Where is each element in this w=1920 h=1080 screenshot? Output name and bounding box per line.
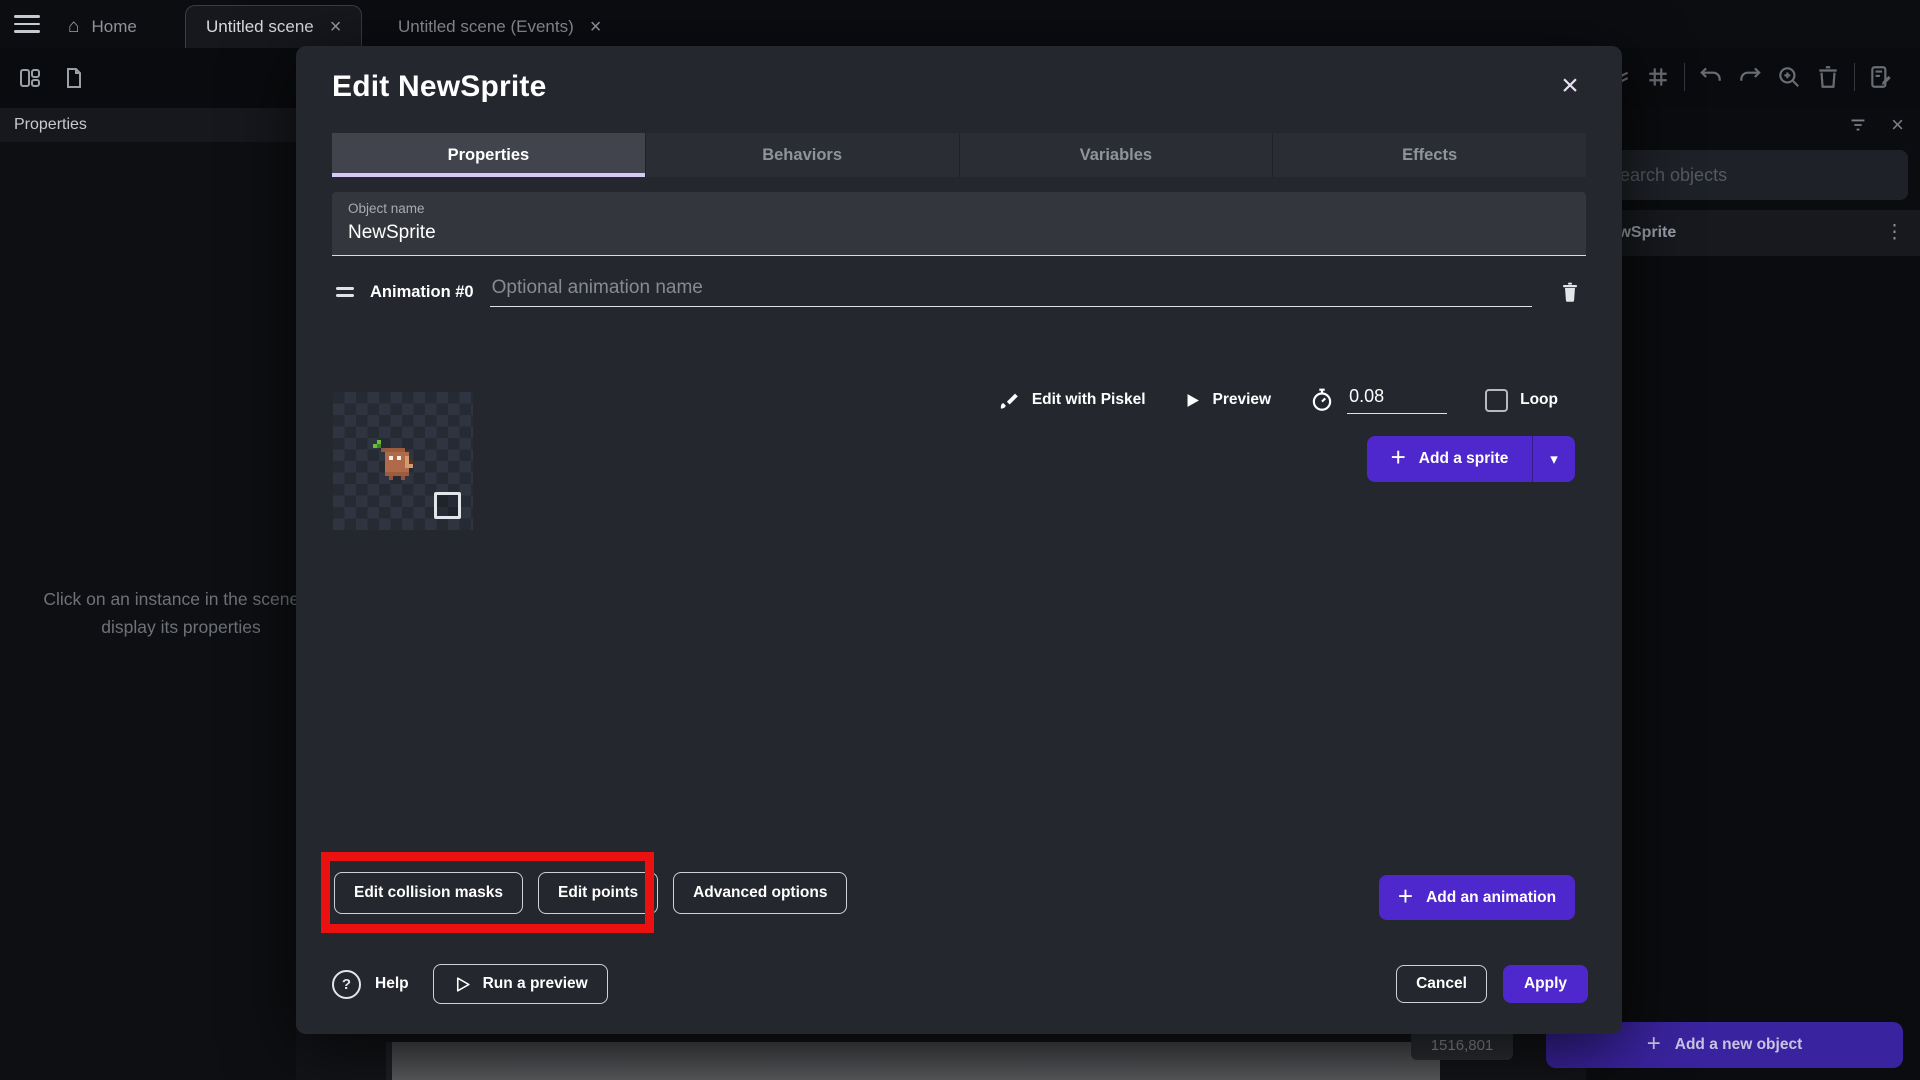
delete-animation-icon[interactable] (1558, 280, 1582, 304)
scene-canvas-strip (392, 1042, 1440, 1080)
redo-icon[interactable] (1737, 64, 1763, 90)
add-sprite-button[interactable]: + Add a sprite (1367, 436, 1533, 482)
sprite-select-checkbox[interactable] (434, 492, 461, 519)
advanced-options-button[interactable]: Advanced options (673, 872, 848, 914)
animation-label: Animation #0 (370, 282, 474, 301)
toolbar-divider (1854, 63, 1855, 91)
animation-row: Animation #0 (336, 274, 1582, 310)
tab-home[interactable]: ⌂ Home (48, 5, 157, 48)
add-sprite-label: Add a sprite (1418, 450, 1509, 467)
properties-panel-title: Properties (0, 108, 296, 142)
undo-icon[interactable] (1698, 64, 1724, 90)
frame-duration-input[interactable] (1347, 386, 1448, 414)
loop-label: Loop (1520, 391, 1558, 408)
run-preview-label: Run a preview (482, 975, 588, 992)
add-new-object-label: Add a new object (1674, 1036, 1803, 1053)
dialog-footer: ? Help Run a preview Cancel Apply (332, 964, 1588, 1004)
dialog-close-icon[interactable]: × (1552, 68, 1588, 104)
trash-icon[interactable] (1815, 64, 1841, 90)
plus-icon: + (1646, 1029, 1661, 1057)
tab-scene-label: Untitled scene (206, 17, 314, 36)
dialog-tab-effects[interactable]: Effects (1272, 133, 1586, 177)
add-animation-button[interactable]: + Add an animation (1379, 875, 1575, 920)
help-button[interactable]: ? Help (332, 969, 409, 999)
dialog-tab-behaviors[interactable]: Behaviors (644, 133, 959, 177)
panel-layout-icon[interactable] (18, 66, 42, 90)
add-sprite-split-button: + Add a sprite ▾ (1367, 436, 1575, 482)
dialog-tab-variables[interactable]: Variables (958, 133, 1273, 177)
close-tab-icon[interactable]: × (330, 17, 342, 37)
cursor-coordinates-badge: 1516,801 (1411, 1030, 1513, 1060)
tab-home-label: Home (91, 16, 137, 36)
object-name-field-label: Object name (348, 201, 425, 216)
grid-icon[interactable] (1645, 64, 1671, 90)
tab-untitled-scene-events[interactable]: Untitled scene (Events) × (378, 5, 621, 48)
plus-icon: + (1397, 880, 1414, 911)
dialog-title: Edit NewSprite (332, 70, 547, 103)
object-name-field-value: NewSprite (348, 222, 436, 243)
play-icon (1184, 392, 1201, 409)
close-tab-icon[interactable]: × (590, 17, 602, 37)
active-tab-underline (332, 173, 645, 177)
search-objects-box (1592, 150, 1908, 200)
edit-points-button[interactable]: Edit points (538, 872, 659, 914)
object-list-item[interactable]: NewSprite ⋮ (1586, 210, 1920, 256)
cancel-button[interactable]: Cancel (1396, 965, 1487, 1003)
dialog-tabs: Properties Behaviors Variables Effects (332, 133, 1586, 177)
tab-events-label: Untitled scene (Events) (398, 16, 574, 36)
run-preview-button[interactable]: Run a preview (432, 964, 608, 1004)
stopwatch-icon (1309, 387, 1335, 413)
preview-button[interactable]: Preview (1213, 391, 1272, 409)
edit-scene-properties-icon[interactable] (1868, 64, 1894, 90)
sprite-thumbnail[interactable] (333, 392, 473, 530)
play-outline-icon (456, 976, 470, 992)
plus-icon: + (1390, 442, 1406, 472)
edit-sprite-dialog: Edit NewSprite × Properties Behaviors Va… (296, 46, 1622, 1034)
dialog-tab-label: Properties (447, 145, 530, 164)
dialog-tab-label: Behaviors (762, 145, 843, 164)
app-window: ⌂ Home Untitled scene × Untitled scene (… (0, 0, 1920, 1080)
animation-name-input[interactable] (489, 277, 1532, 307)
edit-with-piskel-button[interactable]: Edit with Piskel (1032, 391, 1146, 409)
object-name-field[interactable]: Object name NewSprite (332, 192, 1586, 256)
tab-untitled-scene[interactable]: Untitled scene × (185, 5, 363, 48)
add-sprite-dropdown-caret[interactable]: ▾ (1533, 436, 1575, 482)
edit-tools-row: Edit collision masks Edit points Advance… (334, 872, 848, 914)
pig-sprite-image (373, 440, 413, 480)
animation-controls-row: Edit with Piskel Preview Loop (997, 384, 1558, 416)
top-tab-bar: ⌂ Home Untitled scene × Untitled scene (… (0, 0, 1920, 48)
toolbar-divider (1684, 63, 1685, 91)
zoom-in-icon[interactable] (1776, 64, 1802, 90)
hamburger-menu-icon[interactable] (14, 15, 40, 33)
dialog-tab-label: Variables (1079, 145, 1153, 164)
save-file-icon[interactable] (62, 66, 86, 90)
add-animation-label: Add an animation (1426, 888, 1557, 906)
search-objects-input[interactable] (1592, 150, 1908, 200)
edit-collision-masks-button[interactable]: Edit collision masks (334, 872, 524, 914)
help-label: Help (375, 975, 409, 992)
properties-panel: Properties Click on an instance in the s… (0, 108, 319, 1080)
home-icon: ⌂ (68, 16, 80, 37)
objects-panel: × NewSprite ⋮ (1586, 108, 1920, 1080)
close-panel-icon[interactable]: × (1891, 114, 1904, 136)
help-icon: ? (332, 969, 361, 999)
filter-icon[interactable] (1847, 114, 1869, 136)
drag-handle-icon[interactable] (336, 287, 354, 297)
brush-icon (997, 389, 1020, 412)
loop-checkbox[interactable] (1485, 388, 1509, 412)
kebab-menu-icon[interactable]: ⋮ (1885, 222, 1904, 242)
apply-button[interactable]: Apply (1502, 965, 1588, 1003)
dialog-tab-properties[interactable]: Properties (332, 133, 645, 177)
dialog-tab-label: Effects (1402, 145, 1458, 164)
